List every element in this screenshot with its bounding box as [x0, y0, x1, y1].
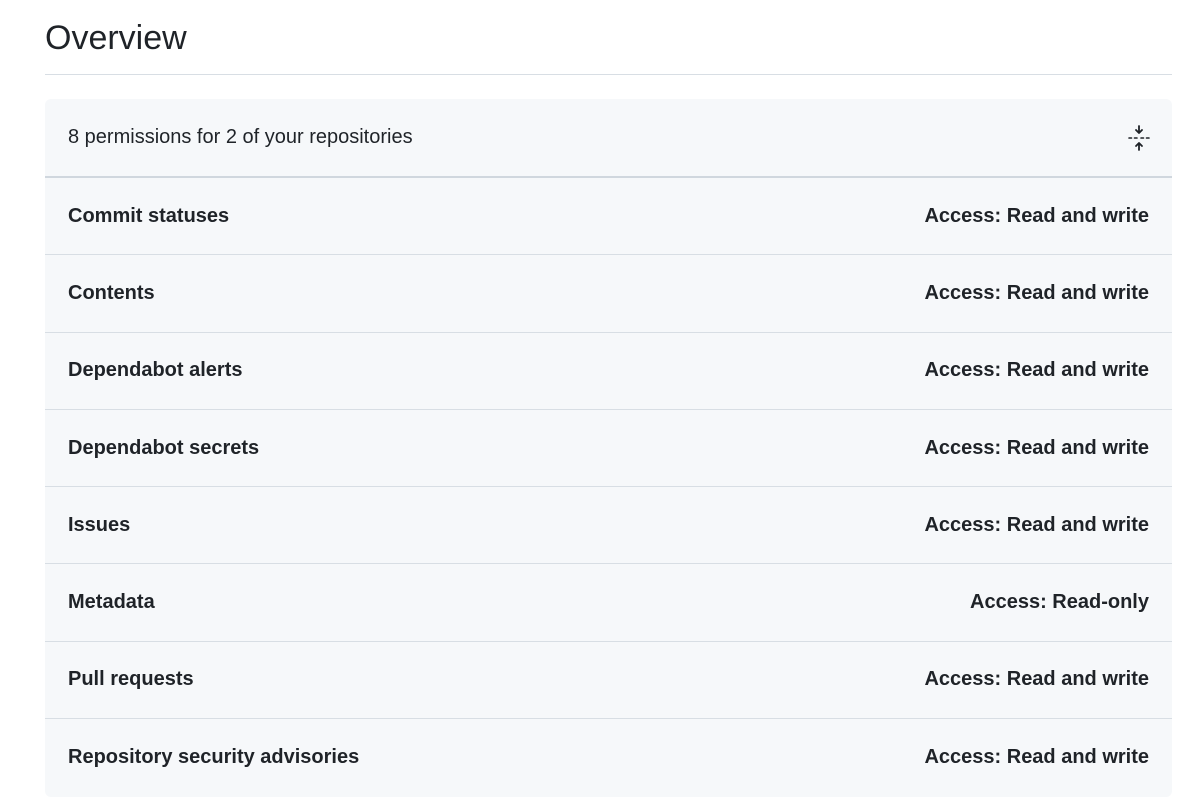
fold-icon — [1128, 124, 1150, 151]
permission-row: Contents Access: Read and write — [45, 255, 1172, 333]
permission-name: Metadata — [68, 591, 155, 614]
permission-access: Access: Read and write — [924, 513, 1149, 536]
permission-row: Commit statuses Access: Read and write — [45, 178, 1172, 256]
permissions-panel-header: 8 permissions for 2 of your repositories — [45, 99, 1172, 178]
permission-access: Access: Read and write — [924, 436, 1149, 459]
permission-access: Access: Read-only — [970, 591, 1149, 614]
permission-name: Contents — [68, 281, 155, 304]
permission-row: Repository security advisories Access: R… — [45, 719, 1172, 796]
permission-name: Pull requests — [68, 668, 194, 691]
permission-access: Access: Read and write — [924, 668, 1149, 691]
permission-row: Dependabot alerts Access: Read and write — [45, 333, 1172, 410]
permissions-panel: 8 permissions for 2 of your repositories… — [45, 99, 1172, 797]
permission-access: Access: Read and write — [924, 204, 1149, 227]
permission-row: Pull requests Access: Read and write — [45, 642, 1172, 720]
permission-name: Repository security advisories — [68, 746, 360, 769]
permission-row: Issues Access: Read and write — [45, 487, 1172, 565]
collapse-button[interactable] — [1125, 122, 1153, 154]
permission-access: Access: Read and write — [924, 281, 1149, 304]
permissions-list: Commit statuses Access: Read and write C… — [45, 178, 1172, 796]
permission-row: Metadata Access: Read-only — [45, 564, 1172, 642]
permission-name: Issues — [68, 513, 131, 536]
page: Overview 8 permissions for 2 of your rep… — [0, 0, 1200, 805]
title-divider — [45, 74, 1172, 75]
permission-name: Commit statuses — [68, 204, 230, 227]
permission-access: Access: Read and write — [924, 359, 1149, 382]
permission-row: Dependabot secrets Access: Read and writ… — [45, 410, 1172, 488]
permission-name: Dependabot secrets — [68, 436, 260, 459]
permission-access: Access: Read and write — [924, 746, 1149, 769]
page-title: Overview — [45, 19, 187, 57]
permissions-summary: 8 permissions for 2 of your repositories — [68, 126, 413, 148]
permission-name: Dependabot alerts — [68, 359, 243, 382]
